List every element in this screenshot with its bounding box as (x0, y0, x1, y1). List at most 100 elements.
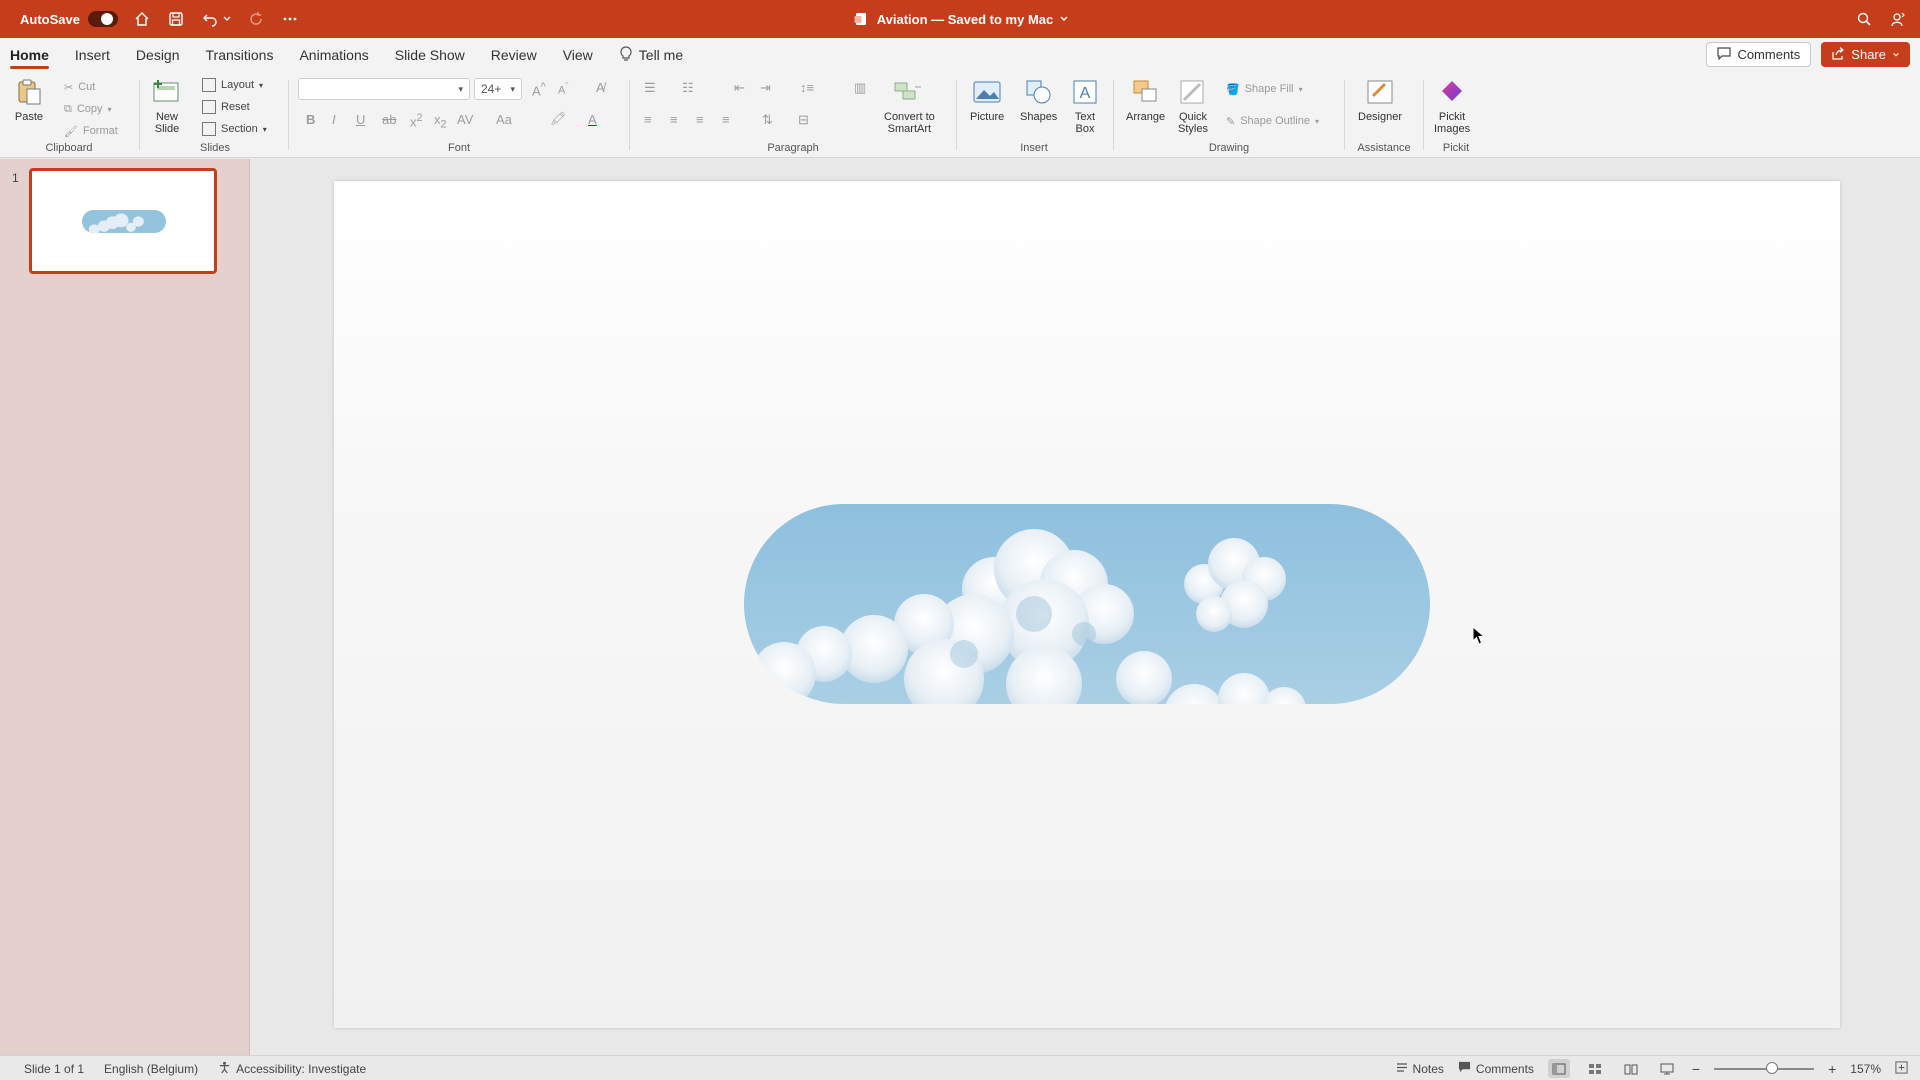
comment-icon (1458, 1061, 1471, 1076)
chevron-down-icon[interactable]: ▾ (263, 125, 267, 134)
align-center-icon[interactable]: ≡ (670, 112, 678, 127)
align-text-icon[interactable]: ⊟ (798, 112, 809, 128)
shape-outline-button[interactable]: ✎ Shape Outline ▾ (1226, 112, 1319, 130)
italic-icon[interactable]: I (332, 112, 336, 127)
text-direction-icon[interactable]: ⇅ (762, 112, 773, 128)
slide-sorter-view-button[interactable] (1584, 1059, 1606, 1078)
search-icon[interactable] (1854, 9, 1874, 29)
paste-button[interactable]: Paste (12, 76, 46, 123)
superscript-icon[interactable]: x2 (410, 112, 423, 129)
status-bar: Slide 1 of 1 English (Belgium) Accessibi… (0, 1055, 1920, 1080)
zoom-out-icon[interactable]: − (1692, 1061, 1700, 1077)
redo-icon[interactable] (246, 9, 266, 29)
copy-button[interactable]: ⧉ Copy ▾ (64, 100, 112, 118)
align-right-icon[interactable]: ≡ (696, 112, 704, 127)
thumbnail-cloud-image (82, 210, 166, 233)
shape-fill-button[interactable]: 🪣 Shape Fill ▾ (1226, 80, 1303, 98)
undo-icon[interactable] (200, 9, 220, 29)
reset-button[interactable]: Reset (202, 98, 250, 116)
language-indicator[interactable]: English (Belgium) (104, 1062, 198, 1076)
quick-styles-button[interactable]: Quick Styles (1176, 76, 1210, 135)
change-case-icon[interactable]: Aa (496, 112, 512, 127)
subscript-icon[interactable]: x2 (434, 112, 447, 131)
font-color-icon[interactable]: A (588, 112, 597, 127)
normal-view-button[interactable] (1547, 1059, 1570, 1078)
person-icon[interactable] (1888, 9, 1908, 29)
increase-font-size-icon[interactable]: A^ (532, 81, 546, 98)
increase-indent-icon[interactable]: ⇥ (760, 80, 771, 96)
zoom-level[interactable]: 157% (1850, 1062, 1881, 1076)
undo-dropdown-icon[interactable] (222, 9, 232, 29)
pickit-images-button[interactable]: Pickit Images (1434, 76, 1470, 135)
tab-design[interactable]: Design (136, 38, 180, 72)
text-box-button[interactable]: A Text Box (1068, 76, 1102, 135)
tab-insert[interactable]: Insert (75, 38, 110, 72)
tab-transitions[interactable]: Transitions (206, 38, 274, 72)
paragraph-group: ☰ ☷ ⇤ ⇥ ↕≡ ▥ ≡ ≡ ≡ ≡ ⇅ ⊟ Convert to Smar… (632, 72, 954, 158)
cloud-image-pill[interactable] (744, 504, 1430, 704)
character-spacing-icon[interactable]: AV (457, 112, 473, 127)
reading-view-button[interactable] (1620, 1059, 1642, 1078)
accessibility-check[interactable]: Accessibility: Investigate (218, 1061, 366, 1077)
slide-thumbnail[interactable] (29, 168, 217, 274)
columns-icon[interactable]: ▥ (854, 80, 866, 96)
tell-me-search[interactable]: Tell me (619, 38, 683, 72)
cut-label: Cut (78, 81, 96, 93)
align-left-icon[interactable]: ≡ (644, 112, 652, 127)
slide[interactable] (334, 181, 1840, 1028)
chevron-down-icon[interactable] (1059, 9, 1069, 29)
font-group-label: Font (447, 142, 470, 154)
zoom-slider-thumb[interactable] (1766, 1061, 1779, 1074)
drawing-group-label: Drawing (1208, 142, 1250, 154)
zoom-in-icon[interactable]: + (1828, 1061, 1836, 1077)
font-family-select[interactable]: ▾ (298, 78, 470, 100)
notes-button[interactable]: Notes (1396, 1062, 1444, 1076)
bold-icon[interactable]: B (306, 112, 315, 127)
chevron-down-icon[interactable]: ▾ (108, 105, 112, 114)
section-button[interactable]: Section ▾ (202, 120, 267, 138)
tab-animations[interactable]: Animations (299, 38, 368, 72)
arrange-button[interactable]: Arrange (1126, 76, 1165, 123)
home-icon[interactable] (132, 9, 152, 29)
font-size-select[interactable]: 24+ ▾ (474, 78, 522, 100)
fit-to-window-icon[interactable] (1895, 1060, 1908, 1077)
tab-review[interactable]: Review (491, 38, 537, 72)
status-comments-button[interactable]: Comments (1458, 1061, 1534, 1076)
justify-icon[interactable]: ≡ (722, 112, 730, 127)
tab-slide-show[interactable]: Slide Show (395, 38, 465, 72)
convert-to-smartart-button[interactable]: Convert to SmartArt (884, 76, 935, 135)
picture-button[interactable]: Picture (970, 76, 1004, 123)
chevron-down-icon[interactable] (1892, 47, 1900, 62)
layout-button[interactable]: Layout ▾ (202, 76, 263, 94)
chevron-down-icon[interactable]: ▾ (259, 81, 263, 90)
document-title[interactable]: Aviation — Saved to my Mac (877, 12, 1054, 27)
chevron-down-icon[interactable]: ▾ (1299, 85, 1303, 94)
powerpoint-doc-icon (851, 9, 871, 29)
decrease-indent-icon[interactable]: ⇤ (734, 80, 745, 96)
more-icon[interactable] (280, 9, 300, 29)
ribbon-separator (956, 80, 957, 150)
tab-home[interactable]: Home (10, 38, 49, 72)
chevron-down-icon[interactable]: ▾ (1315, 117, 1319, 126)
cut-button[interactable]: ✂ Cut (64, 78, 95, 96)
new-slide-button[interactable]: New Slide (150, 76, 184, 135)
shapes-button[interactable]: Shapes (1020, 76, 1057, 123)
line-spacing-icon[interactable]: ↕≡ (800, 80, 814, 95)
strikethrough-icon[interactable]: ab (382, 112, 396, 127)
svg-text:A: A (1080, 85, 1091, 102)
autosave-toggle[interactable] (87, 11, 118, 27)
numbering-icon[interactable]: ☷ (682, 80, 694, 96)
slideshow-view-button[interactable] (1656, 1059, 1678, 1078)
bullets-icon[interactable]: ☰ (644, 80, 656, 96)
tab-view[interactable]: View (563, 38, 593, 72)
zoom-slider[interactable] (1714, 1061, 1815, 1074)
underline-icon[interactable]: U (356, 112, 365, 127)
designer-button[interactable]: Designer (1358, 76, 1402, 123)
clear-formatting-icon[interactable]: A̸ (596, 80, 605, 95)
save-icon[interactable] (166, 9, 186, 29)
format-painter-button[interactable]: 🖌 Format (64, 122, 118, 140)
share-button[interactable]: Share (1821, 42, 1910, 67)
highlight-color-icon[interactable]: 🖍 (550, 111, 567, 127)
decrease-font-size-icon[interactable]: Aˇ (558, 81, 568, 97)
comments-button[interactable]: Comments (1706, 42, 1812, 67)
